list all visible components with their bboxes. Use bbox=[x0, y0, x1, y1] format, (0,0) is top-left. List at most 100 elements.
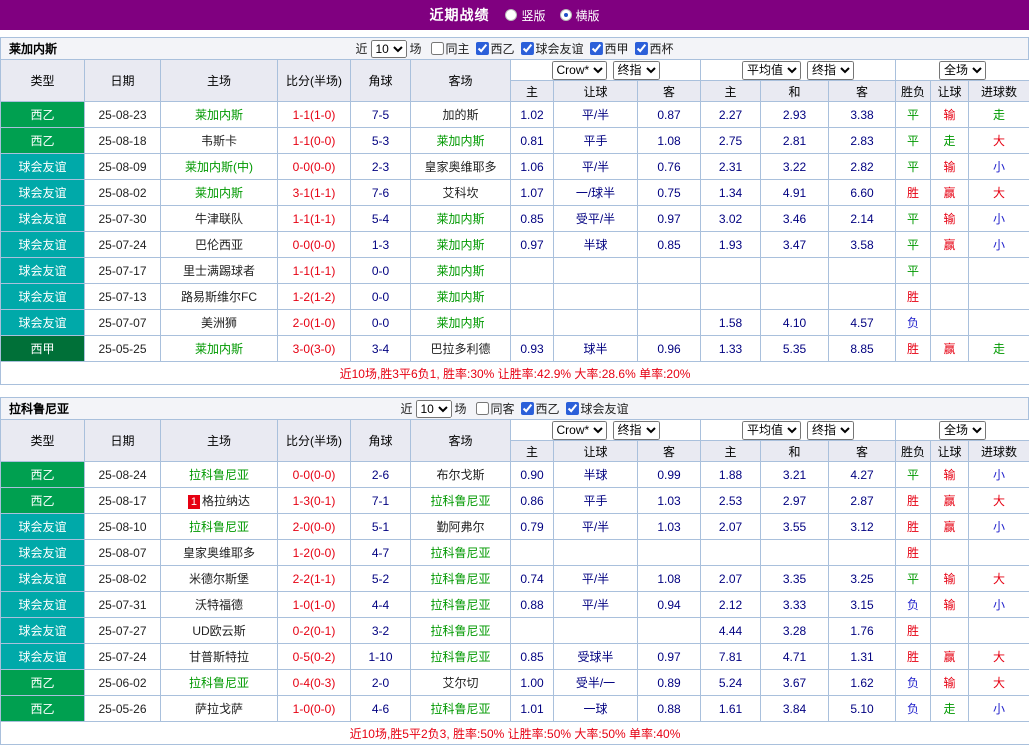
euro-draw-odds: 3.67 bbox=[761, 670, 829, 696]
asia-source-select[interactable]: Crow* bbox=[552, 421, 607, 440]
league-type-cell: 球会友谊 bbox=[1, 592, 85, 618]
corners-cell: 0-0 bbox=[351, 258, 411, 284]
filter-checkbox-西乙[interactable]: 西乙 bbox=[521, 400, 560, 417]
away-team-cell: 莱加内斯 bbox=[411, 206, 511, 232]
filter-checkbox-西甲[interactable]: 西甲 bbox=[590, 40, 629, 57]
checkbox-input[interactable] bbox=[521, 42, 534, 55]
column-header: 客 bbox=[638, 441, 701, 462]
filter-checkbox-同主[interactable]: 同主 bbox=[430, 40, 469, 57]
corners-cell: 4-6 bbox=[351, 696, 411, 722]
checkbox-input[interactable] bbox=[635, 42, 648, 55]
match-row: 西乙25-06-02拉科鲁尼亚0-4(0-3)2-0艾尔切1.00受半/一0.8… bbox=[1, 670, 1029, 696]
column-header: 类型 bbox=[1, 420, 85, 462]
asia-away-odds: 1.08 bbox=[638, 128, 701, 154]
score-cell: 0-0(0-0) bbox=[278, 462, 351, 488]
checkbox-input[interactable] bbox=[521, 402, 534, 415]
euro-home-odds: 4.44 bbox=[701, 618, 761, 644]
asia-away-odds bbox=[638, 284, 701, 310]
score-cell: 0-2(0-1) bbox=[278, 618, 351, 644]
euro-draw-odds: 3.55 bbox=[761, 514, 829, 540]
corners-cell: 2-3 bbox=[351, 154, 411, 180]
date-cell: 25-08-18 bbox=[85, 128, 161, 154]
asia-home-odds bbox=[511, 258, 554, 284]
euro-source-select[interactable]: 平均值 bbox=[742, 421, 801, 440]
away-team-cell: 莱加内斯 bbox=[411, 310, 511, 336]
home-team-cell: 里士满踢球者 bbox=[161, 258, 278, 284]
euro-away-odds: 2.14 bbox=[829, 206, 896, 232]
team-link: 莱加内斯 bbox=[436, 264, 484, 278]
euro-away-odds: 1.76 bbox=[829, 618, 896, 644]
column-header: 进球数 bbox=[969, 81, 1029, 102]
filter-checkbox-球会友谊[interactable]: 球会友谊 bbox=[566, 400, 629, 417]
checkbox-input[interactable] bbox=[590, 42, 603, 55]
header-row-main: 类型日期主场比分(半场)角球客场Crow*终指平均值终指全场 bbox=[1, 420, 1029, 441]
filter-checkbox-西杯[interactable]: 西杯 bbox=[635, 40, 674, 57]
column-header: 进球数 bbox=[969, 441, 1029, 462]
scope-select[interactable]: 全场 bbox=[939, 421, 986, 440]
checkbox-input[interactable] bbox=[475, 42, 488, 55]
asia-home-odds: 0.85 bbox=[511, 644, 554, 670]
date-cell: 25-08-10 bbox=[85, 514, 161, 540]
asia-home-odds: 1.01 bbox=[511, 696, 554, 722]
checkbox-input[interactable] bbox=[430, 42, 443, 55]
euro-type-select[interactable]: 终指 bbox=[807, 421, 854, 440]
asia-home-odds: 0.74 bbox=[511, 566, 554, 592]
team-strip: 拉科鲁尼亚 近 10 场 同客西乙球会友谊 bbox=[0, 397, 1029, 419]
league-type-cell: 西乙 bbox=[1, 462, 85, 488]
date-cell: 25-07-30 bbox=[85, 206, 161, 232]
asia-home-odds: 0.85 bbox=[511, 206, 554, 232]
scope-select[interactable]: 全场 bbox=[939, 61, 986, 80]
checkbox-input[interactable] bbox=[475, 402, 488, 415]
date-cell: 25-07-13 bbox=[85, 284, 161, 310]
column-header: 主 bbox=[701, 441, 761, 462]
radio-icon bbox=[505, 9, 517, 21]
handicap-result-cell: 赢 bbox=[931, 232, 969, 258]
view-option[interactable]: 横版 bbox=[560, 7, 600, 24]
home-team-cell: 沃特福德 bbox=[161, 592, 278, 618]
result-cell: 胜 bbox=[896, 180, 931, 206]
euro-draw-odds: 3.28 bbox=[761, 618, 829, 644]
euro-away-odds: 2.87 bbox=[829, 488, 896, 514]
euro-home-odds: 2.07 bbox=[701, 514, 761, 540]
home-team-cell: 莱加内斯 bbox=[161, 336, 278, 362]
handicap-result-cell: 输 bbox=[931, 154, 969, 180]
asia-source-select[interactable]: Crow* bbox=[552, 61, 607, 80]
euro-home-odds: 1.34 bbox=[701, 180, 761, 206]
corners-cell: 1-10 bbox=[351, 644, 411, 670]
asia-away-odds: 0.88 bbox=[638, 696, 701, 722]
recent-count-select[interactable]: 10 bbox=[415, 400, 451, 418]
date-cell: 25-05-25 bbox=[85, 336, 161, 362]
score-cell: 1-3(0-1) bbox=[278, 488, 351, 514]
view-option[interactable]: 竖版 bbox=[505, 7, 545, 24]
euro-draw-odds: 4.91 bbox=[761, 180, 829, 206]
filter-checkbox-西乙[interactable]: 西乙 bbox=[475, 40, 514, 57]
asia-handicap: 受平/半 bbox=[554, 206, 638, 232]
column-header: 主 bbox=[511, 81, 554, 102]
asia-type-select[interactable]: 终指 bbox=[613, 421, 660, 440]
asia-handicap: 平/半 bbox=[554, 514, 638, 540]
euro-away-odds: 4.57 bbox=[829, 310, 896, 336]
score-cell: 0-5(0-2) bbox=[278, 644, 351, 670]
team-link: 拉科鲁尼亚 bbox=[430, 494, 490, 508]
odds-dropdown-cell: 平均值终指 bbox=[701, 420, 896, 441]
date-cell: 25-07-24 bbox=[85, 232, 161, 258]
euro-type-select[interactable]: 终指 bbox=[807, 61, 854, 80]
home-team-cell: 1格拉纳达 bbox=[161, 488, 278, 514]
match-row: 球会友谊25-08-02莱加内斯3-1(1-1)7-6艾科坎1.07一/球半0.… bbox=[1, 180, 1029, 206]
team-link: 里士满踢球者 bbox=[183, 264, 255, 278]
asia-type-select[interactable]: 终指 bbox=[613, 61, 660, 80]
match-row: 球会友谊25-07-07美洲狮2-0(1-0)0-0莱加内斯1.584.104.… bbox=[1, 310, 1029, 336]
checkbox-label: 球会友谊 bbox=[536, 40, 584, 57]
euro-away-odds: 3.12 bbox=[829, 514, 896, 540]
result-cell: 平 bbox=[896, 102, 931, 128]
euro-home-odds: 2.31 bbox=[701, 154, 761, 180]
euro-source-select[interactable]: 平均值 bbox=[742, 61, 801, 80]
checkbox-input[interactable] bbox=[566, 402, 579, 415]
filter-checkbox-同客[interactable]: 同客 bbox=[475, 400, 514, 417]
filter-checkbox-球会友谊[interactable]: 球会友谊 bbox=[521, 40, 584, 57]
league-type-cell: 球会友谊 bbox=[1, 232, 85, 258]
recent-count-select[interactable]: 10 bbox=[370, 40, 406, 58]
asia-home-odds: 1.02 bbox=[511, 102, 554, 128]
score-cell: 0-0(0-0) bbox=[278, 232, 351, 258]
league-type-cell: 球会友谊 bbox=[1, 540, 85, 566]
